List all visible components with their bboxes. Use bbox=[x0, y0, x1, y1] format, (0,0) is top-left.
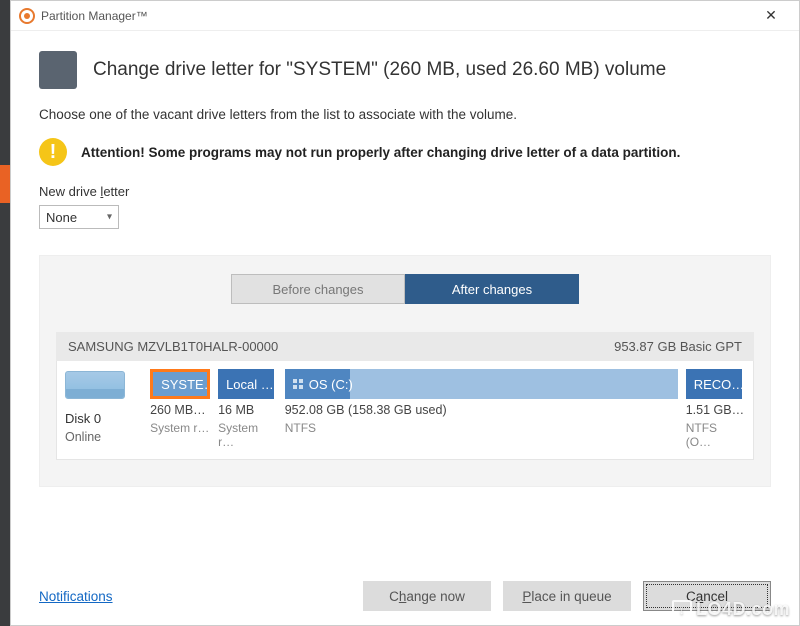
titlebar: Partition Manager™ ✕ bbox=[11, 1, 799, 31]
drive-letter-dropdown[interactable]: None ▾ bbox=[39, 205, 119, 229]
drive-letter-label: New drive letter bbox=[39, 184, 771, 199]
window-title: Partition Manager™ bbox=[41, 9, 148, 23]
tab-before-changes[interactable]: Before changes bbox=[231, 274, 405, 304]
volume-icon bbox=[39, 51, 77, 89]
partition-size: 952.08 GB (158.38 GB used) bbox=[285, 403, 678, 417]
dialog-footer: Notifications Change now Place in queue … bbox=[39, 577, 771, 611]
partition-recovery[interactable]: RECO… 1.51 GB… NTFS (O… bbox=[686, 369, 745, 449]
partition-os[interactable]: OS (C:) 952.08 GB (158.38 GB used) NTFS bbox=[285, 369, 678, 449]
partition-bar-recovery: RECO… bbox=[686, 369, 742, 399]
chevron-down-icon: ▾ bbox=[107, 212, 112, 223]
partition-size: 260 MB… bbox=[150, 403, 210, 417]
disk-summary: Disk 0 Online bbox=[65, 369, 142, 449]
disk-capacity: 953.87 GB Basic GPT bbox=[614, 339, 742, 354]
partition-fs: System r… bbox=[218, 421, 277, 449]
partition-fs: System r… bbox=[150, 421, 210, 435]
close-button[interactable]: ✕ bbox=[751, 7, 791, 24]
heading-row: Change drive letter for "SYSTEM" (260 MB… bbox=[39, 51, 771, 89]
tab-after-changes[interactable]: After changes bbox=[405, 274, 579, 304]
disk-model: SAMSUNG MZVLB1T0HALR-00000 bbox=[68, 339, 278, 354]
app-icon bbox=[19, 8, 35, 24]
notifications-link[interactable]: Notifications bbox=[39, 589, 113, 604]
place-in-queue-button[interactable]: Place in queue bbox=[503, 581, 631, 611]
disk-icon bbox=[65, 371, 125, 399]
watermark-text: LO4D.com bbox=[696, 599, 790, 620]
dialog-heading: Change drive letter for "SYSTEM" (260 MB… bbox=[93, 59, 666, 81]
partition-local[interactable]: Local … 16 MB System r… bbox=[218, 369, 277, 449]
dialog-window: Partition Manager™ ✕ Change drive letter… bbox=[10, 0, 800, 626]
disk-header: SAMSUNG MZVLB1T0HALR-00000 953.87 GB Bas… bbox=[56, 332, 754, 361]
partition-system[interactable]: SYSTE… 260 MB… System r… bbox=[150, 369, 210, 449]
preview-tabs: Before changes After changes bbox=[56, 274, 754, 304]
drive-letter-value: None bbox=[46, 210, 77, 225]
partition-bar-local: Local … bbox=[218, 369, 274, 399]
partition-fs: NTFS bbox=[285, 421, 678, 435]
change-now-button[interactable]: Change now bbox=[363, 581, 491, 611]
disk-body: Disk 0 Online SYSTE… 260 MB… System r… L… bbox=[56, 361, 754, 460]
preview-panel: Before changes After changes SAMSUNG MZV… bbox=[39, 255, 771, 487]
disk-status: Online bbox=[65, 430, 142, 444]
dialog-content: Change drive letter for "SYSTEM" (260 MB… bbox=[11, 31, 799, 625]
disk-number: Disk 0 bbox=[65, 411, 142, 426]
attention-banner: ! Attention! Some programs may not run p… bbox=[39, 138, 771, 166]
dialog-subheading: Choose one of the vacant drive letters f… bbox=[39, 107, 771, 122]
attention-text: Attention! Some programs may not run pro… bbox=[81, 145, 680, 160]
windows-icon bbox=[293, 379, 309, 389]
partition-bar-system: SYSTE… bbox=[150, 369, 210, 399]
partition-size: 16 MB bbox=[218, 403, 277, 417]
partition-bar-os: OS (C:) bbox=[285, 369, 678, 399]
watermark: ↓ LO4D.com bbox=[672, 599, 790, 620]
warning-icon: ! bbox=[39, 138, 67, 166]
download-icon: ↓ bbox=[672, 600, 692, 620]
partition-fs: NTFS (O… bbox=[686, 421, 745, 449]
partition-size: 1.51 GB… bbox=[686, 403, 745, 417]
